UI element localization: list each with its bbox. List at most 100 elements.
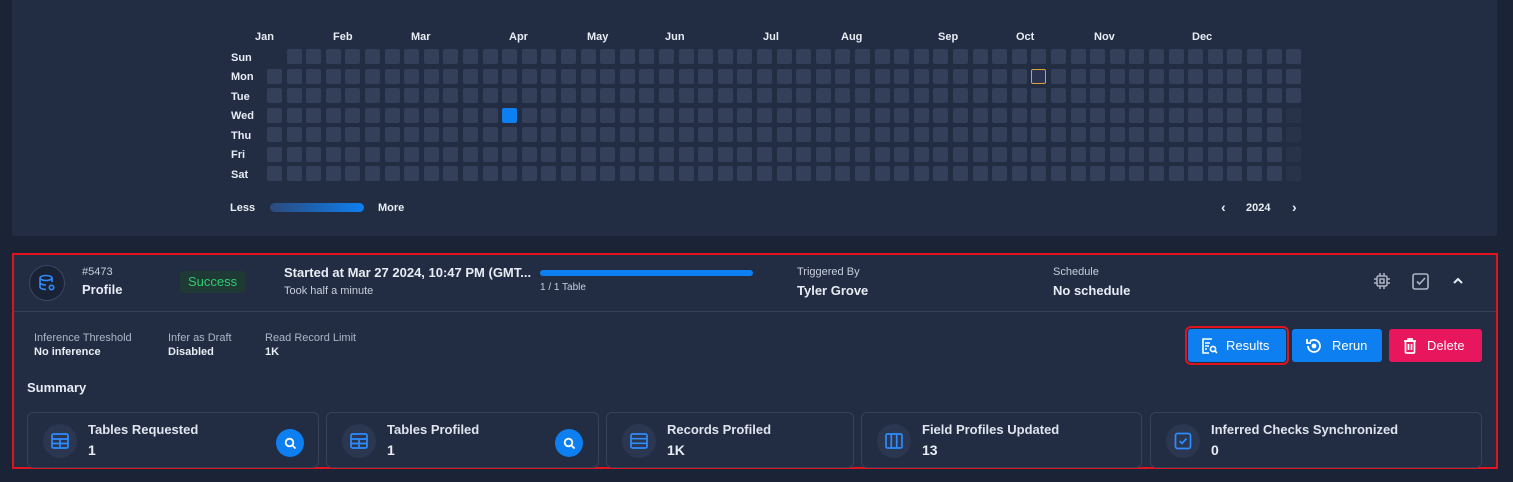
heatmap-day-cell[interactable] xyxy=(796,146,812,162)
heatmap-day-cell[interactable] xyxy=(1266,68,1282,84)
heatmap-day-cell[interactable] xyxy=(757,68,772,84)
heatmap-day-cell[interactable] xyxy=(1011,127,1027,142)
heatmap-day-cell[interactable] xyxy=(678,127,694,142)
heatmap-day-cell[interactable] xyxy=(345,146,361,162)
heatmap-day-cell[interactable] xyxy=(1011,68,1027,84)
heatmap-day-cell[interactable] xyxy=(1070,88,1086,103)
heatmap-day-cell[interactable] xyxy=(423,49,439,64)
heatmap-day-cell[interactable] xyxy=(796,107,812,123)
heatmap-day-cell[interactable] xyxy=(855,127,870,142)
heatmap-day-cell[interactable] xyxy=(717,127,733,142)
heatmap-day-cell[interactable] xyxy=(286,127,302,142)
heatmap-day-cell[interactable] xyxy=(384,166,400,181)
heatmap-day-cell[interactable] xyxy=(521,107,537,123)
heatmap-day-cell[interactable] xyxy=(1011,107,1027,123)
heatmap-day-cell[interactable] xyxy=(404,88,420,103)
heatmap-day-cell[interactable] xyxy=(1247,68,1262,84)
heatmap-day-cell[interactable] xyxy=(1168,146,1184,162)
heatmap-day-cell[interactable] xyxy=(1168,166,1184,181)
heatmap-day-cell[interactable] xyxy=(463,88,478,103)
heatmap-day-cell[interactable] xyxy=(639,88,655,103)
heatmap-day-cell[interactable] xyxy=(267,107,282,123)
heatmap-day-cell[interactable] xyxy=(502,49,518,64)
heatmap-day-cell[interactable] xyxy=(1149,68,1164,84)
heatmap-day-cell[interactable] xyxy=(1207,127,1223,142)
heatmap-day-cell[interactable] xyxy=(600,68,616,84)
heatmap-day-cell[interactable] xyxy=(463,166,478,181)
heatmap-day-cell[interactable] xyxy=(580,166,596,181)
heatmap-day-cell[interactable] xyxy=(325,146,341,162)
heatmap-day-cell[interactable] xyxy=(1109,68,1125,84)
heatmap-day-cell[interactable] xyxy=(796,49,812,64)
heatmap-day-cell[interactable] xyxy=(1207,49,1223,64)
heatmap-day-cell[interactable] xyxy=(1227,107,1243,123)
heatmap-day-cell[interactable] xyxy=(972,49,988,64)
heatmap-day-cell[interactable] xyxy=(1227,88,1243,103)
heatmap-day-cell[interactable] xyxy=(443,49,459,64)
heatmap-day-cell[interactable] xyxy=(737,107,753,123)
heatmap-day-cell[interactable] xyxy=(972,127,988,142)
heatmap-day-cell[interactable] xyxy=(345,68,361,84)
heatmap-day-cell[interactable] xyxy=(1266,49,1282,64)
heatmap-day-cell[interactable] xyxy=(325,107,341,123)
heatmap-day-cell[interactable] xyxy=(933,68,949,84)
heatmap-day-cell[interactable] xyxy=(561,88,576,103)
heatmap-day-cell[interactable] xyxy=(1051,166,1066,181)
heatmap-day-cell[interactable] xyxy=(757,127,772,142)
heatmap-day-cell[interactable] xyxy=(1090,127,1106,142)
heatmap-day-cell[interactable] xyxy=(619,127,635,142)
heatmap-day-cell[interactable] xyxy=(1266,146,1282,162)
heatmap-day-cell[interactable] xyxy=(1168,88,1184,103)
heatmap-day-cell[interactable] xyxy=(619,107,635,123)
heatmap-day-cell[interactable] xyxy=(345,49,361,64)
heatmap-day-cell[interactable] xyxy=(1031,68,1047,84)
heatmap-day-cell[interactable] xyxy=(384,127,400,142)
heatmap-day-cell[interactable] xyxy=(1051,68,1066,84)
heatmap-day-cell[interactable] xyxy=(1207,68,1223,84)
heatmap-day-cell[interactable] xyxy=(698,107,714,123)
heatmap-day-cell[interactable] xyxy=(306,68,322,84)
heatmap-day-cell[interactable] xyxy=(1188,107,1204,123)
heatmap-day-cell[interactable] xyxy=(678,146,694,162)
heatmap-day-cell[interactable] xyxy=(1031,88,1047,103)
heatmap-day-cell[interactable] xyxy=(894,88,910,103)
heatmap-day-cell[interactable] xyxy=(737,68,753,84)
heatmap-day-cell[interactable] xyxy=(835,146,851,162)
heatmap-day-cell[interactable] xyxy=(365,166,380,181)
heatmap-day-cell[interactable] xyxy=(1149,49,1164,64)
heatmap-day-cell[interactable] xyxy=(1227,49,1243,64)
heatmap-day-cell[interactable] xyxy=(815,127,831,142)
heatmap-day-cell[interactable] xyxy=(1266,107,1282,123)
heatmap-day-cell[interactable] xyxy=(796,166,812,181)
heatmap-day-cell[interactable] xyxy=(855,107,870,123)
heatmap-day-cell[interactable] xyxy=(1188,166,1204,181)
heatmap-day-cell[interactable] xyxy=(1051,107,1066,123)
heatmap-day-cell[interactable] xyxy=(541,166,557,181)
heatmap-day-cell[interactable] xyxy=(855,49,870,64)
heatmap-day-cell[interactable] xyxy=(1286,49,1302,64)
heatmap-day-cell[interactable] xyxy=(1109,127,1125,142)
heatmap-day-cell[interactable] xyxy=(953,166,968,181)
heatmap-day-cell[interactable] xyxy=(1090,49,1106,64)
heatmap-day-cell[interactable] xyxy=(815,146,831,162)
heatmap-day-cell[interactable] xyxy=(1011,88,1027,103)
heatmap-day-cell[interactable] xyxy=(1070,166,1086,181)
heatmap-day-cell[interactable] xyxy=(1090,166,1106,181)
heatmap-day-cell[interactable] xyxy=(815,88,831,103)
heatmap-day-cell[interactable] xyxy=(698,68,714,84)
heatmap-day-cell[interactable] xyxy=(1129,49,1145,64)
delete-button[interactable]: Delete xyxy=(1389,329,1482,362)
heatmap-day-cell[interactable] xyxy=(1031,107,1047,123)
heatmap-day-cell[interactable] xyxy=(1168,49,1184,64)
heatmap-day-cell[interactable] xyxy=(1227,166,1243,181)
heatmap-day-cell[interactable] xyxy=(384,107,400,123)
heatmap-day-cell[interactable] xyxy=(463,146,478,162)
heatmap-day-cell[interactable] xyxy=(1227,68,1243,84)
heatmap-day-cell[interactable] xyxy=(1129,107,1145,123)
heatmap-day-cell[interactable] xyxy=(1090,68,1106,84)
heatmap-day-cell[interactable] xyxy=(698,127,714,142)
heatmap-day-cell[interactable] xyxy=(1011,146,1027,162)
heatmap-day-cell[interactable] xyxy=(776,88,792,103)
heatmap-day-cell[interactable] xyxy=(776,127,792,142)
heatmap-day-cell[interactable] xyxy=(953,146,968,162)
